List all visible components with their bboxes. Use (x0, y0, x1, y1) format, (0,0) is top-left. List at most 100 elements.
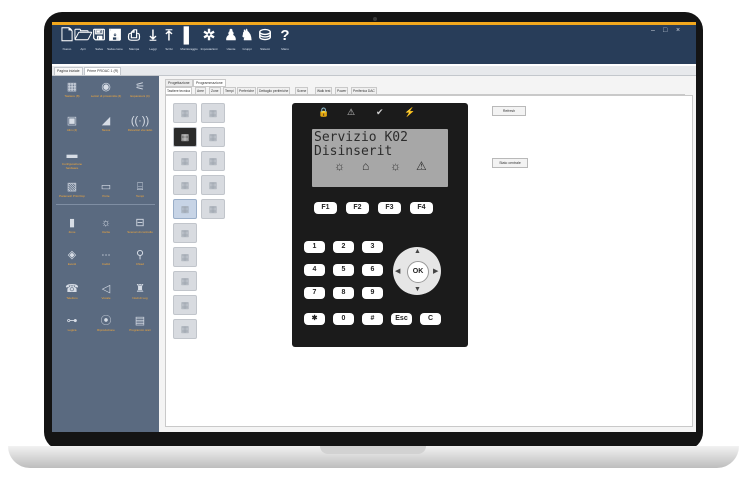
sidebar-item-riproduzione[interactable]: ⦿ Riproduzione (90, 314, 122, 344)
f4-key[interactable]: F4 (410, 202, 433, 214)
toolbar-label: Scrivi (165, 47, 173, 51)
sidebar-item-label: Vocale (101, 296, 111, 300)
close-button[interactable]: × (676, 27, 680, 34)
ok-key[interactable]: OK (407, 261, 429, 283)
keypad-slot[interactable]: ▦ (201, 151, 225, 171)
monitoraggio-button[interactable]: ▌ Monitoraggio (180, 26, 198, 62)
sidebar-item-eventi[interactable]: ◈ Eventi (56, 248, 88, 278)
tab-project[interactable]: Prime PROAC 1 (R) (84, 67, 122, 76)
sidebar-item-ricevitori-via-radio[interactable]: ((·)) Ricevitori via radio (124, 114, 156, 144)
keypad-slot-selected[interactable]: ▦ (173, 127, 197, 147)
tab-walk-test[interactable]: Walk test (315, 87, 333, 95)
keypad-slot[interactable]: ▦ (173, 175, 197, 195)
arrow-up-icon[interactable]: ▲ (414, 248, 421, 255)
keypad-slot[interactable]: ▦ (201, 127, 225, 147)
wireless-icon: ◉ (101, 81, 111, 93)
impostazioni-button[interactable]: ✲ Impostazioni (200, 26, 218, 62)
key-hash[interactable]: # (362, 313, 383, 325)
tab-zone[interactable]: Zone (209, 87, 221, 95)
key-star[interactable]: ✱ (304, 313, 325, 325)
tab-preferiche[interactable]: Preferiche (237, 87, 257, 95)
minimize-button[interactable]: – (651, 27, 655, 34)
sidebar-item-uscite[interactable]: ☼ Uscite (90, 216, 122, 246)
gruppi-button[interactable]: ♞ Gruppi (238, 26, 256, 62)
sidebar-item-configurazione-hardware[interactable]: ▬ Configurazione hardware (56, 148, 88, 178)
arrow-down-icon[interactable]: ▼ (414, 286, 421, 293)
keypad-slot[interactable]: ▦ (173, 295, 197, 315)
stampa-button[interactable]: ⎙ Stampa (125, 26, 143, 62)
salva-come-button[interactable]: 🖪 Salva come (106, 26, 124, 62)
keypad-slot-active[interactable]: ▦ (173, 199, 197, 219)
sidebar-item-alim-4-[interactable]: ▣ Alim (4) (56, 114, 88, 144)
scrivi-button[interactable]: ⤒ Scrivi (160, 26, 178, 62)
keypad-list-right: ▦ ▦ ▦ ▦ ▦ (201, 103, 225, 223)
sistemi-button[interactable]: ⛁ Sistemi (256, 26, 274, 62)
key-8[interactable]: 8 (333, 287, 354, 299)
sidebar-item-vocale[interactable]: ◁ Vocale (90, 282, 122, 312)
sidebar-item-scenari-di-controllo[interactable]: ⊟ Scenari di controllo (124, 216, 156, 246)
key-2[interactable]: 2 (333, 241, 354, 253)
key-6[interactable]: 6 (362, 264, 383, 276)
f1-key[interactable]: F1 (314, 202, 337, 214)
tab-dettaglio-periferiche[interactable]: Dettaglio periferiche (257, 87, 291, 95)
tamper-icon: ⚠ (416, 159, 427, 173)
esc-key[interactable]: Esc (391, 313, 412, 325)
sidebar-item-tastiere-8-[interactable]: ▦ Tastiere (8) (56, 80, 88, 110)
key-5[interactable]: 5 (333, 264, 354, 276)
keypad-device: 🔒 ⚠ ✔ ⚡ Servizio K02 Disinserit ☼ ⌂ ☼ ⚠ … (292, 103, 468, 347)
stato-centrale-button[interactable]: Stato centrale (492, 158, 528, 168)
keypad-slot[interactable]: ▦ (173, 247, 197, 267)
keypad-slot[interactable]: ▦ (201, 103, 225, 123)
arrow-right-icon[interactable]: ▶ (433, 267, 438, 275)
sidebar-item-label: Scenari di controllo (127, 230, 153, 234)
tab-power[interactable]: Power (335, 87, 349, 95)
key-4[interactable]: 4 (304, 264, 325, 276)
tab-programmazione[interactable]: Programmazione (193, 79, 226, 87)
tab-scene[interactable]: Scene (295, 87, 309, 95)
sidebar-item-label: Nexus (101, 128, 111, 132)
arrow-left-icon[interactable]: ◀ (395, 267, 400, 275)
sidebar-item-chiavi[interactable]: ⚲ Chiavi (124, 248, 156, 278)
sidebar-item-nodi-di-log[interactable]: ♜ Nodi di Log (124, 282, 156, 312)
key-0[interactable]: 0 (333, 313, 354, 325)
key-9[interactable]: 9 (362, 287, 383, 299)
terminal-icon: ▭ (100, 181, 112, 193)
refresh-button[interactable]: Refresh (492, 106, 526, 116)
keypad-slot[interactable]: ▦ (173, 151, 197, 171)
sidebar-item-telefono[interactable]: ☎ Telefono (56, 282, 88, 312)
sidebar-item-codici[interactable]: ∙∙∙ Codici (90, 248, 122, 278)
scenario-icon: ⊟ (135, 217, 145, 229)
c-key[interactable]: C (420, 313, 441, 325)
sidebar-item-logica[interactable]: ⊶ Logica (56, 314, 88, 344)
f3-key[interactable]: F3 (378, 202, 401, 214)
keypad-slot[interactable]: ▦ (173, 271, 197, 291)
sidebar-item-parametri-prim-imp[interactable]: ▧ Parametri Prim/Imp (56, 180, 88, 210)
keypad-slot[interactable]: ▦ (173, 319, 197, 339)
sun-icon: ☼ (334, 159, 345, 173)
tab-aree[interactable]: Aree (195, 87, 206, 95)
f2-key[interactable]: F2 (346, 202, 369, 214)
key-1[interactable]: 1 (304, 241, 325, 253)
sidebar-item-nexus[interactable]: ◢ Nexus (90, 114, 122, 144)
sidebar-item-tempi[interactable]: ⌸ Tempi (124, 180, 156, 210)
sidebar-item-programmi-orari[interactable]: ▤ Programmi orari (124, 314, 156, 344)
keypad-slot[interactable]: ▦ (201, 175, 225, 195)
tab-tastiere-tecnica[interactable]: Tastiere tecnica (165, 87, 192, 95)
sidebar-item-espansioni-4-[interactable]: ⚟ Espansioni (4) (124, 80, 156, 110)
tab-pagina-iniziale[interactable]: Pagina iniziale (54, 67, 83, 76)
key-3[interactable]: 3 (362, 241, 383, 253)
keypad-slot[interactable]: ▦ (173, 103, 197, 123)
print-icon: ⎙ (127, 27, 140, 44)
tab-tempi[interactable]: Tempi (223, 87, 236, 95)
sidebar-item-zone[interactable]: ▮ Zone (56, 216, 88, 246)
sidebar-item-lettori-di-prossimit-4-[interactable]: ◉ Lettori di prossimità (4) (90, 80, 122, 110)
keypad-slot[interactable]: ▦ (201, 199, 225, 219)
sidebar-item-label: Telefono (66, 296, 78, 300)
tab-progettazione[interactable]: Progettazione (165, 79, 193, 87)
manu-button[interactable]: ? Manu (276, 26, 294, 62)
keypad-slot[interactable]: ▦ (173, 223, 197, 243)
tab-periferica-dac[interactable]: Periferica DAC (351, 87, 377, 95)
key-7[interactable]: 7 (304, 287, 325, 299)
maximize-button[interactable]: □ (663, 27, 667, 34)
sidebar-item-porte[interactable]: ▭ Porte (90, 180, 122, 210)
